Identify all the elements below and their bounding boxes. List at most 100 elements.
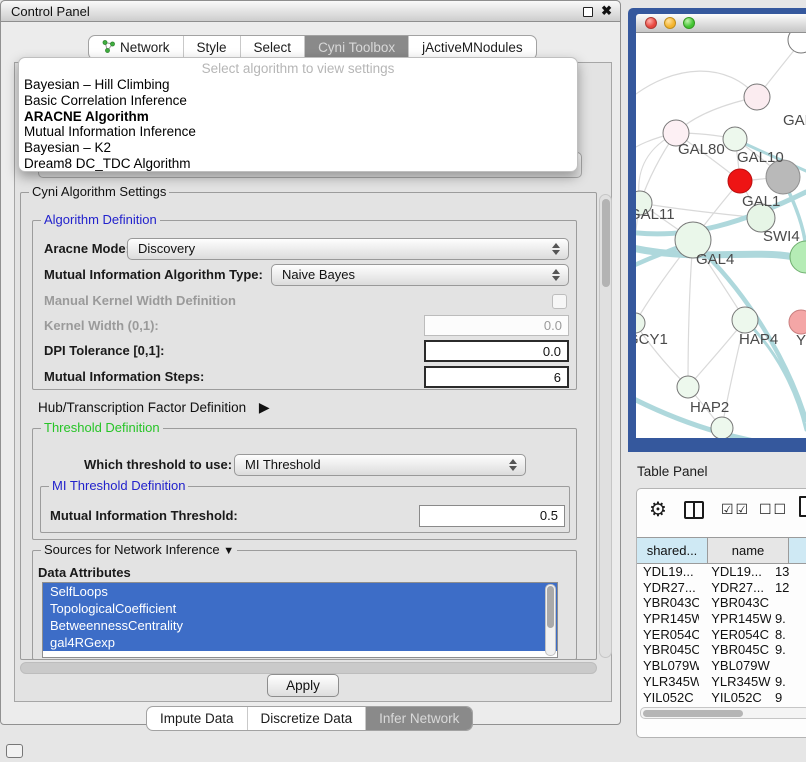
close-icon[interactable]: ✖	[601, 3, 612, 19]
table-cell	[771, 595, 806, 611]
mi-algorithm-type-select[interactable]: Naive Bayes	[271, 264, 569, 286]
network-node[interactable]	[636, 313, 645, 333]
network-node[interactable]	[728, 169, 752, 193]
algorithm-dropdown-list: Bayesian – Hill ClimbingBasic Correlatio…	[19, 77, 577, 172]
network-node[interactable]	[790, 241, 806, 273]
table-panel-title: Table Panel	[637, 464, 708, 479]
table-row[interactable]: YBL079WYBL079W	[637, 658, 806, 674]
document-icon[interactable]	[799, 496, 806, 517]
network-edge[interactable]	[688, 240, 693, 387]
tab-style[interactable]: Style	[183, 36, 240, 59]
sources-title[interactable]: Sources for Network Inference ▼	[41, 543, 237, 558]
mi-threshold-field[interactable]: 0.5	[419, 505, 565, 527]
table-horizontal-scrollbar[interactable]	[640, 707, 806, 719]
network-edge[interactable]	[636, 71, 757, 100]
tab-select[interactable]: Select	[240, 36, 305, 59]
attribute-item-selfloops[interactable]: SelfLoops	[43, 583, 557, 600]
mi-threshold-label: Mutual Information Threshold:	[50, 509, 238, 523]
mi-steps-field[interactable]: 6	[424, 366, 569, 388]
table-cell: YLR345W	[637, 674, 699, 690]
algorithm-option-mutual-information-inference[interactable]: Mutual Information Inference	[19, 124, 577, 140]
tab-cyni-toolbox[interactable]: Cyni Toolbox	[304, 36, 408, 59]
data-attributes-list[interactable]: SelfLoopsTopologicalCoefficientBetweenne…	[42, 582, 558, 658]
table-row[interactable]: YPR145WYPR145W9.	[637, 611, 806, 627]
algorithm-dropdown-placeholder: Select algorithm to view settings	[19, 60, 577, 77]
minimized-window-icon[interactable]	[6, 744, 23, 758]
settings-vertical-scrollbar[interactable]	[599, 194, 612, 658]
table-header: shared...nameA	[637, 537, 806, 564]
unchecked-pair-icon[interactable]: ☐☐	[759, 501, 788, 518]
table-row[interactable]: YIL052CYIL052C9	[637, 690, 806, 705]
settings-horizontal-scrollbar[interactable]	[20, 662, 597, 674]
network-node[interactable]	[732, 307, 758, 333]
bottom-tab-discretize-data[interactable]: Discretize Data	[247, 707, 366, 730]
minimize-traffic-light-icon[interactable]	[664, 17, 676, 29]
algorithm-option-bayesian-hill-climbing[interactable]: Bayesian – Hill Climbing	[19, 77, 577, 93]
network-node[interactable]	[788, 33, 806, 53]
network-node[interactable]	[711, 417, 733, 438]
float-window-icon[interactable]	[583, 7, 593, 17]
column-header-a[interactable]: A	[789, 537, 806, 564]
column-header-name[interactable]: name	[708, 537, 789, 564]
close-traffic-light-icon[interactable]	[645, 17, 657, 29]
tab-network[interactable]: Network	[89, 36, 183, 59]
table-cell: YDL19...	[699, 564, 771, 580]
bottom-tab-infer-network[interactable]: Infer Network	[365, 707, 472, 730]
split-columns-icon[interactable]	[684, 501, 704, 519]
node-label-gcy1: GCY1	[636, 331, 668, 348]
sources-title-text: Sources for Network Inference	[44, 542, 220, 557]
table-cell: YPR145W	[699, 611, 771, 627]
network-node[interactable]	[744, 84, 770, 110]
table-cell: YIL052C	[699, 690, 771, 705]
algorithm-dropdown-popup: Select algorithm to view settings Bayesi…	[18, 57, 578, 172]
mi-steps-label: Mutual Information Steps:	[44, 370, 204, 384]
tab-jactivemnodules[interactable]: jActiveMNodules	[408, 36, 536, 59]
table-cell: YER054C	[699, 627, 771, 643]
network-canvas-svg: GALGAL80GAL10GAL1GAL11SWI4GAL4GCY1HAP4YH…	[636, 33, 806, 438]
node-label-hap4: HAP4	[739, 331, 778, 348]
attribute-item-gal4rgexp[interactable]: gal4RGexp	[43, 634, 557, 651]
table-row[interactable]: YBR045CYBR045C9.	[637, 642, 806, 658]
control-panel-titlebar[interactable]: Control Panel ✖	[0, 0, 621, 22]
table-row[interactable]: YER054CYER054C8.	[637, 627, 806, 643]
tab-label: Network	[120, 40, 170, 55]
node-label-gal: GAL	[783, 112, 806, 129]
scrollbar-thumb[interactable]	[643, 710, 743, 717]
stepper-arrows-icon	[552, 242, 561, 256]
table-panel: ⚙ ☑☑ ☐☐ shared...nameA YDL19...YDL19...1…	[636, 488, 806, 738]
dpi-tolerance-field[interactable]: 0.0	[424, 340, 569, 362]
network-node[interactable]	[677, 376, 699, 398]
table-cell: YDR27...	[637, 580, 699, 596]
network-node[interactable]	[789, 310, 806, 334]
network-node[interactable]	[723, 127, 747, 151]
apply-button[interactable]: Apply	[267, 674, 339, 697]
table-row[interactable]: YDR27...YDR27...12	[637, 580, 806, 596]
gear-icon[interactable]: ⚙	[649, 497, 667, 522]
algorithm-option-basic-correlation-inference[interactable]: Basic Correlation Inference	[19, 93, 577, 109]
kernel-width-field[interactable]: 0.0	[424, 315, 569, 336]
hub-definition-expander[interactable]: Hub/Transcription Factor Definition ▶	[38, 399, 270, 416]
attribute-item-topologicalcoefficient[interactable]: TopologicalCoefficient	[43, 600, 557, 617]
manual-kernel-width-checkbox[interactable]	[552, 294, 567, 309]
table-row[interactable]: YDL19...YDL19...13	[637, 564, 806, 580]
which-threshold-select[interactable]: MI Threshold	[234, 454, 526, 476]
algorithm-option-dream8-dc-tdc-algorithm[interactable]: Dream8 DC_TDC Algorithm	[19, 156, 577, 172]
scrollbar-thumb[interactable]	[602, 199, 610, 287]
scrollbar-thumb[interactable]	[547, 586, 554, 628]
algorithm-option-bayesian-k2[interactable]: Bayesian – K2	[19, 140, 577, 156]
zoom-traffic-light-icon[interactable]	[683, 17, 695, 29]
table-row[interactable]: YLR345WYLR345W9.	[637, 674, 806, 690]
aracne-mode-select[interactable]: Discovery	[127, 238, 569, 260]
network-canvas[interactable]: GALGAL80GAL10GAL1GAL11SWI4GAL4GCY1HAP4YH…	[636, 33, 806, 438]
algorithm-option-aracne-algorithm[interactable]: ARACNE Algorithm	[19, 109, 577, 125]
table-row[interactable]: YBR043CYBR043C	[637, 595, 806, 611]
bottom-tab-impute-data[interactable]: Impute Data	[147, 707, 247, 730]
attribute-item-betweennesscentrality[interactable]: BetweennessCentrality	[43, 617, 557, 634]
column-header-shared[interactable]: shared...	[637, 537, 708, 564]
table-cell: YBL079W	[637, 658, 699, 674]
table-cell: YBR045C	[699, 642, 771, 658]
attributes-list-scrollbar[interactable]	[545, 584, 556, 656]
network-window-titlebar[interactable]	[636, 14, 806, 33]
checked-pair-icon[interactable]: ☑☑	[721, 501, 750, 518]
expand-right-icon: ▶	[259, 399, 270, 416]
